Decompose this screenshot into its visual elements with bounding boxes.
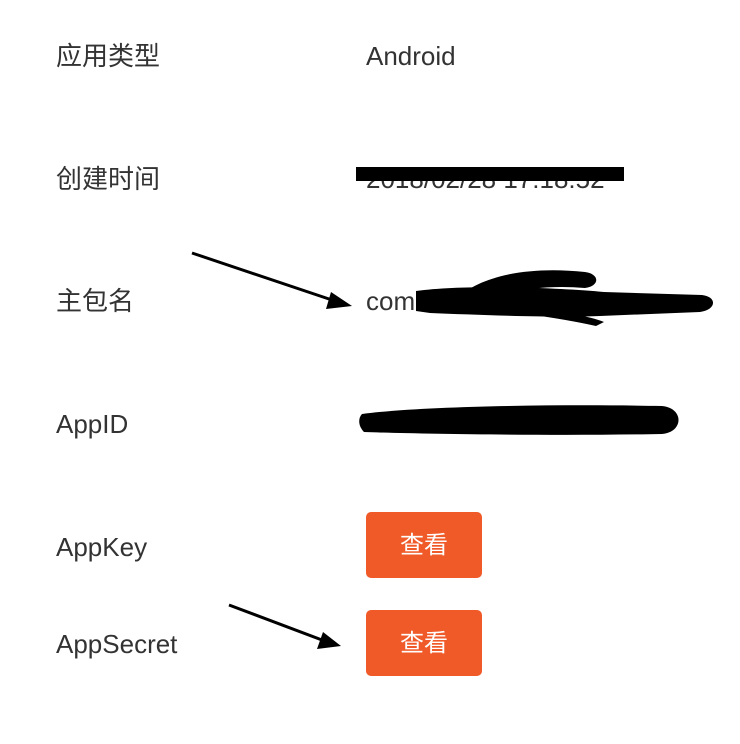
created-time-value: 2018/02/28 17:18:52 [366,164,605,194]
package-name-label: 主包名 [56,286,135,316]
app-secret-label: AppSecret [56,629,178,659]
package-name-redaction [416,270,714,326]
arrow-icon [228,603,341,649]
app-type-label: 应用类型 [56,41,161,71]
app-type-value: Android [366,41,456,71]
view-app-secret-button[interactable]: 查看 [366,610,482,676]
app-key-label: AppKey [56,532,148,562]
view-app-key-button[interactable]: 查看 [366,512,482,578]
package-name-value: com. [366,286,423,316]
created-time-label: 创建时间 [56,164,161,194]
arrow-icon [191,251,352,309]
app-id-label: AppID [56,409,129,439]
app-id-redaction [359,405,679,435]
